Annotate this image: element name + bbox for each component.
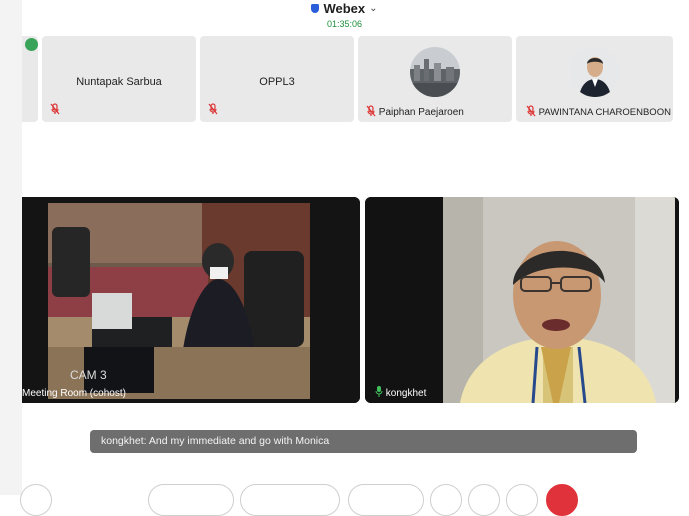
mic-muted-icon: [50, 103, 60, 115]
control-button[interactable]: [240, 484, 340, 516]
participant-name: OPPL3: [259, 76, 295, 88]
video-label: kongkhet: [385, 388, 427, 399]
live-caption: kongkhet: And my immediate and go with M…: [90, 430, 637, 453]
meeting-header: Webex ⌄ 01:35:06: [0, 0, 689, 34]
left-edge-strip: [0, 0, 22, 495]
meeting-title[interactable]: Webex ⌄: [0, 1, 689, 16]
app-name: Webex: [323, 1, 366, 16]
participant-name: Paiphan Paejaroen: [378, 107, 464, 118]
mic-muted-icon: [208, 103, 218, 115]
avatar: [569, 47, 620, 97]
mic-icon: [375, 386, 383, 397]
participant-tile-nuntapak[interactable]: Nuntapak Sarbua: [42, 36, 196, 122]
shield-icon: [311, 4, 320, 13]
chevron-down-icon: ⌄: [369, 3, 378, 14]
control-button[interactable]: [468, 484, 500, 516]
speaker-video-feed: [365, 197, 679, 403]
end-call-button[interactable]: [546, 484, 578, 516]
mic-muted-icon: [366, 105, 376, 117]
control-button[interactable]: [430, 484, 462, 516]
control-button[interactable]: [348, 484, 424, 516]
control-button[interactable]: [148, 484, 234, 516]
meeting-room-video-feed: CAM 3: [22, 197, 360, 403]
participant-tile-pawintana[interactable]: PAWINTANA CHAROENBOON: [516, 36, 673, 122]
mic-muted-icon: [526, 105, 536, 117]
avatar: [410, 47, 460, 97]
participant-tile-oppl3[interactable]: OPPL3: [200, 36, 354, 122]
control-button[interactable]: [506, 484, 538, 516]
signal-icon: [25, 38, 38, 51]
meeting-timer: 01:35:06: [326, 19, 363, 29]
control-button[interactable]: [20, 484, 52, 516]
video-kongkhet[interactable]: kongkhet: [365, 197, 679, 403]
video-label: Meeting Room (cohost): [22, 388, 126, 399]
camera-overlay-text: CAM 3: [70, 368, 107, 382]
participant-tile-paiphan[interactable]: Paiphan Paejaroen: [358, 36, 512, 122]
participant-name: Nuntapak Sarbua: [76, 76, 162, 88]
video-meeting-room[interactable]: CAM 3 Meeting Room (cohost): [22, 197, 360, 403]
participant-name: PAWINTANA CHAROENBOON: [538, 107, 671, 118]
